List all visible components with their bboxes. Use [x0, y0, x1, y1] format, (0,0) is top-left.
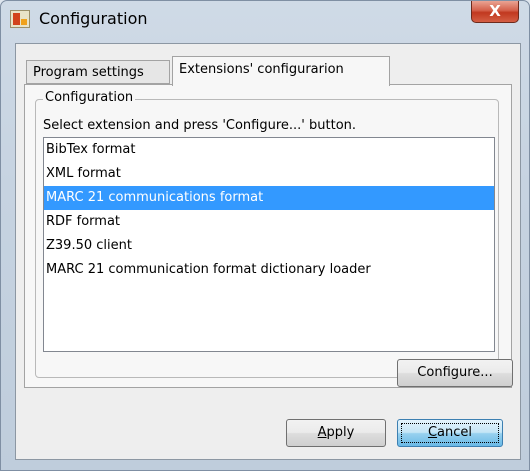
list-item-rdf[interactable]: RDF format [44, 210, 494, 234]
app-logo-icon [10, 10, 30, 28]
tab-label: Extensions' configurarion [179, 62, 344, 77]
configure-button[interactable]: Configure... [397, 359, 513, 387]
group-legend: Configuration [43, 90, 136, 105]
list-item-marc21[interactable]: MARC 21 communications format [44, 186, 494, 210]
tab-panel: Configuration Select extension and press… [24, 84, 513, 388]
cancel-button[interactable]: Cancel [397, 419, 503, 447]
close-icon: X [489, 2, 501, 20]
focus-rectangle [401, 423, 499, 443]
title-bar[interactable]: Configuration X [1, 1, 529, 37]
instructions-text: Select extension and press 'Configure...… [43, 118, 357, 133]
dialog-client-area: Program settings Extensions' configurari… [15, 43, 521, 460]
tab-program-settings[interactable]: Program settings [26, 60, 170, 84]
close-button[interactable]: X [471, 1, 519, 23]
configuration-window: Configuration X Program settings Extensi… [0, 0, 530, 471]
list-item-bibtex[interactable]: BibTex format [44, 138, 494, 162]
apply-label: pply [326, 425, 355, 440]
tab-extensions-configuration[interactable]: Extensions' configurarion [172, 56, 390, 86]
list-item-marc21-dictionary[interactable]: MARC 21 communication format dictionary … [44, 258, 494, 282]
list-item-xml[interactable]: XML format [44, 162, 494, 186]
apply-mnemonic: A [317, 425, 327, 440]
tab-label: Program settings [33, 65, 144, 80]
list-item-z3950[interactable]: Z39.50 client [44, 234, 494, 258]
window-title: Configuration [39, 9, 148, 28]
extension-list[interactable]: BibTex format XML format MARC 21 communi… [43, 137, 495, 352]
apply-button[interactable]: Apply [286, 419, 386, 447]
